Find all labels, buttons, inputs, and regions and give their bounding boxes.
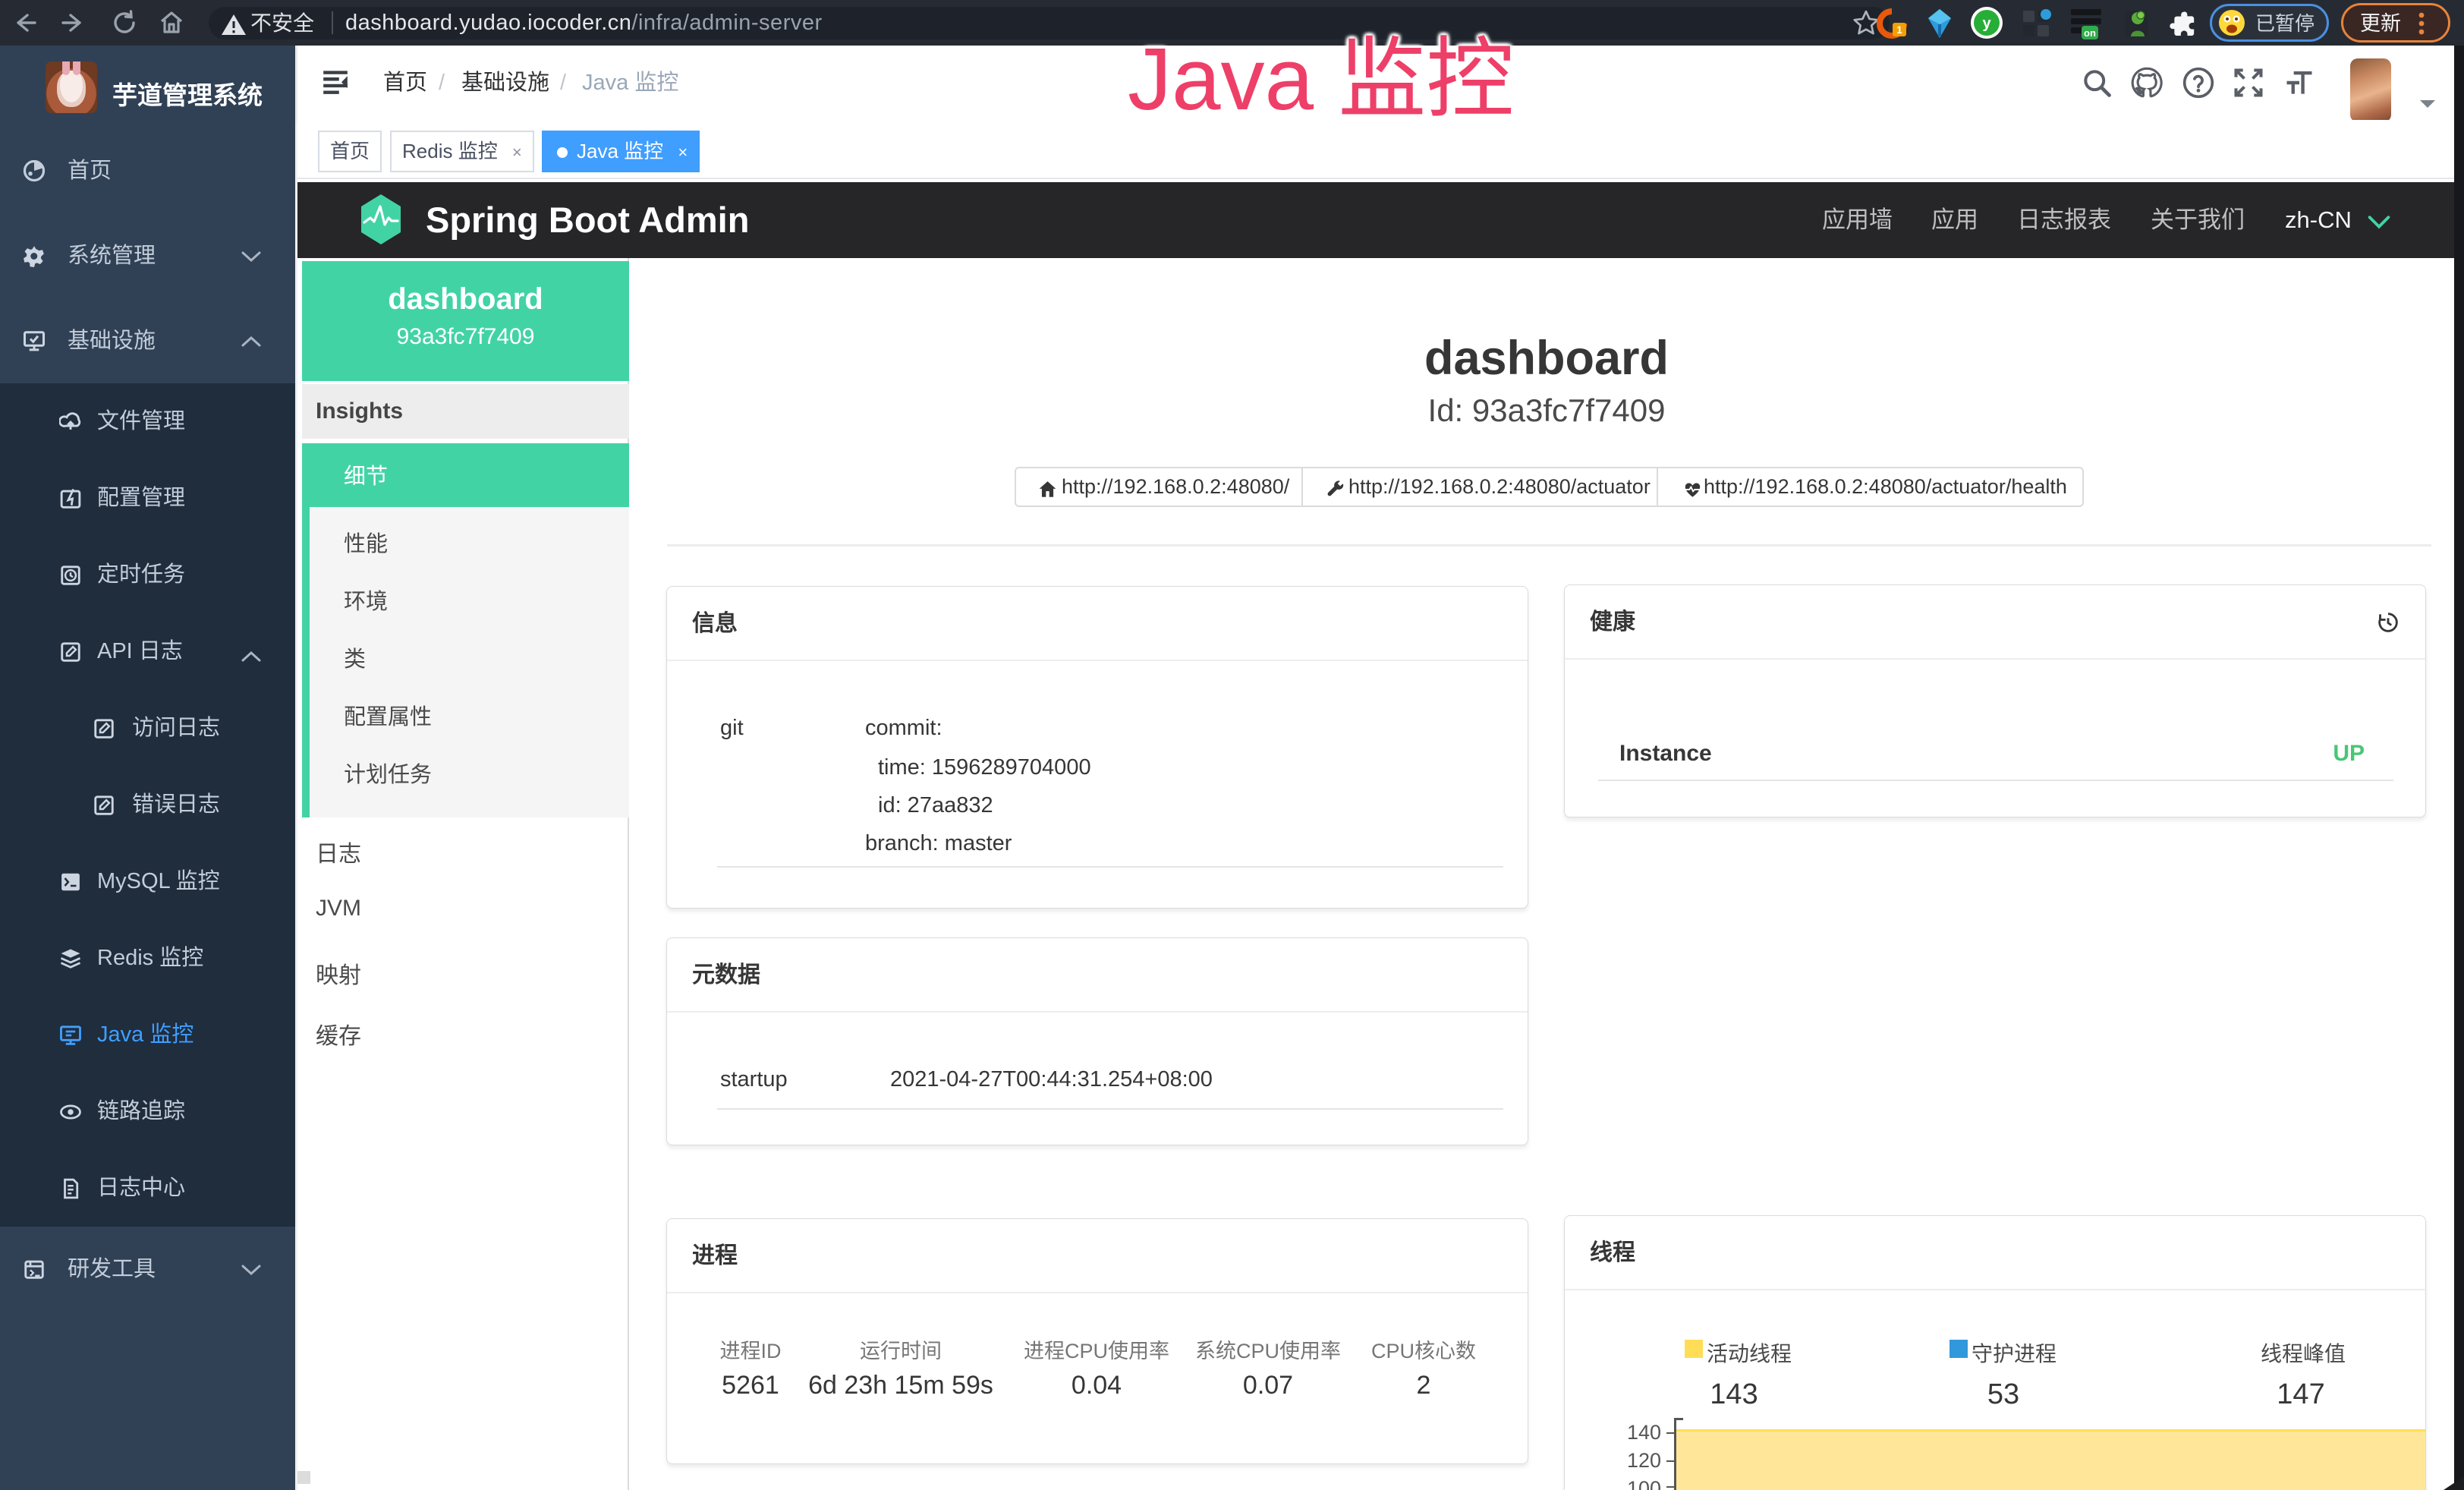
- svg-text:on: on: [2084, 27, 2096, 39]
- svg-text:1: 1: [1896, 24, 1902, 36]
- svg-text:y: y: [1982, 15, 1991, 32]
